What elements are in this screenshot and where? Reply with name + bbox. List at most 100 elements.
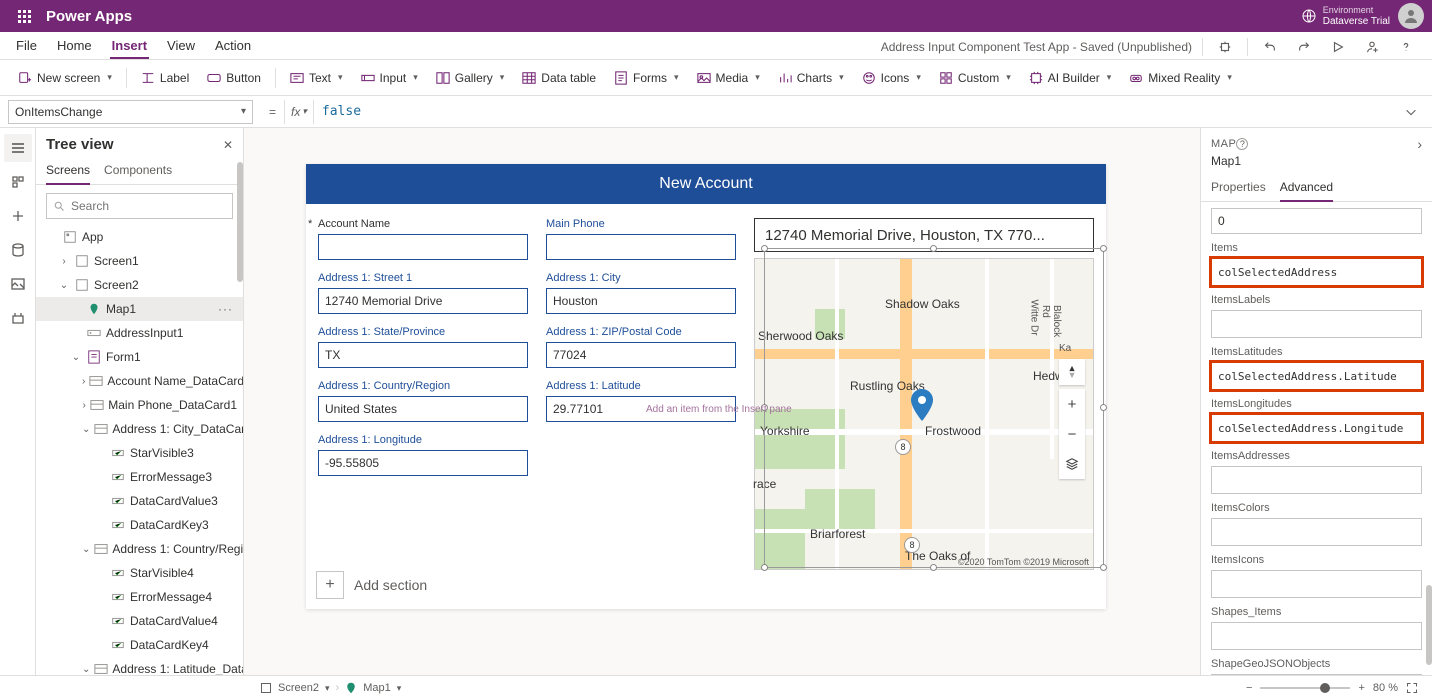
tree-node-datacardkey3[interactable]: DataCardKey3 [36,513,243,537]
tree-twisty-icon[interactable]: ⌄ [82,664,90,675]
user-avatar[interactable] [1398,3,1424,29]
zoom-slider[interactable] [1260,687,1350,689]
close-icon[interactable]: ✕ [223,138,233,152]
tab-advanced[interactable]: Advanced [1280,174,1333,202]
help-button[interactable] [1394,35,1418,59]
environment-display[interactable]: Environment Dataverse Trial [1323,4,1390,28]
input-country[interactable]: United States [318,396,528,422]
tree-node-address-1-city-datacard1[interactable]: ⌄Address 1: City_DataCard1 [36,417,243,441]
canvas[interactable]: New Account Account Name Address 1: Stre… [244,128,1200,675]
address-input-combo[interactable]: 12740 Memorial Drive, Houston, TX 770... [754,218,1094,252]
prop-input-itemsaddresses[interactable] [1211,466,1422,494]
formula-input[interactable]: false [314,104,1404,119]
tab-properties[interactable]: Properties [1211,174,1266,201]
prop-input-itemslatitudes[interactable]: colSelectedAddress.Latitude [1211,362,1422,390]
property-selector[interactable]: OnItemsChange ▾ [8,100,253,124]
map-zoom-in-button[interactable]: + [1059,389,1085,419]
tool-text[interactable]: Text [282,67,351,89]
tree-node-form1[interactable]: ⌄Form1 [36,345,243,369]
add-section-button[interactable]: + Add section [316,571,427,599]
map-zoom-out-button[interactable]: − [1059,419,1085,449]
tree-node-addressinput1[interactable]: AddressInput1 [36,321,243,345]
input-lon[interactable]: -95.55805 [318,450,528,476]
app-checker-button[interactable] [1213,35,1237,59]
rail-data[interactable] [4,236,32,264]
prop-input-itemsicons[interactable] [1211,570,1422,598]
tool-icons[interactable]: Icons [854,67,929,89]
props-scrollbar[interactable] [1426,585,1432,665]
tree-node-errormessage4[interactable]: ErrorMessage4 [36,585,243,609]
menu-view[interactable]: View [165,34,197,59]
tree-node-address-1-latitude-datacard1[interactable]: ⌄Address 1: Latitude_DataCard1 [36,657,243,675]
input-zip[interactable]: 77024 [546,342,736,368]
tool-custom[interactable]: Custom [931,67,1019,89]
fx-label[interactable]: fx▾ [284,100,314,124]
menu-action[interactable]: Action [213,34,253,59]
panel-expand-icon[interactable]: › [1417,136,1422,152]
tool-ai-builder[interactable]: AI Builder [1021,67,1120,89]
menu-file[interactable]: File [14,34,39,59]
rail-add[interactable] [4,202,32,230]
menu-insert[interactable]: Insert [110,34,149,59]
tree-node-datacardvalue3[interactable]: DataCardValue3 [36,489,243,513]
tree-node-screen1[interactable]: ›Screen1 [36,249,243,273]
input-street1[interactable]: 12740 Memorial Drive [318,288,528,314]
tree-node-datacardkey4[interactable]: DataCardKey4 [36,633,243,657]
tab-screens[interactable]: Screens [46,157,90,185]
prop-input-itemslongitudes[interactable]: colSelectedAddress.Longitude [1211,414,1422,442]
tree-scrollbar[interactable] [237,162,243,282]
tree-twisty-icon[interactable]: › [58,256,70,267]
input-city[interactable]: Houston [546,288,736,314]
tree-node-starvisible3[interactable]: StarVisible3 [36,441,243,465]
info-icon[interactable]: ? [1236,138,1248,150]
tree-node-map1[interactable]: Map1··· [36,297,243,321]
prop-input-itemslabels[interactable] [1211,310,1422,338]
map-control[interactable]: Shadow Oaks Sherwood Oaks Rustling Oaks … [754,258,1094,570]
more-icon[interactable]: ··· [214,302,237,316]
prop-input-itemscolors[interactable] [1211,518,1422,546]
fit-button[interactable] [1406,682,1418,694]
tool-label[interactable]: Label [133,67,197,89]
input-main-phone[interactable] [546,234,736,260]
input-state[interactable]: TX [318,342,528,368]
preview-button[interactable] [1326,35,1350,59]
rail-media[interactable] [4,270,32,298]
tool-input[interactable]: Input [353,67,426,89]
props-top-value[interactable]: 0 [1211,208,1422,234]
tool-mixed-reality[interactable]: Mixed Reality [1121,67,1240,89]
redo-button[interactable] [1292,35,1316,59]
tool-gallery[interactable]: Gallery [428,67,513,89]
tree-node-address-1-country-region-datacard[interactable]: ⌄Address 1: Country/Region_DataCard [36,537,243,561]
tree-twisty-icon[interactable]: ⌄ [58,280,70,291]
zoom-in-button[interactable]: + [1358,682,1364,694]
chevron-down-icon[interactable] [397,682,402,694]
rail-treeview[interactable] [4,134,32,162]
tool-charts[interactable]: Charts [770,67,852,89]
crumb-screen[interactable]: Screen2 [278,682,319,694]
tree-twisty-icon[interactable]: › [82,376,85,387]
input-account-name[interactable] [318,234,528,260]
undo-button[interactable] [1258,35,1282,59]
tool-button[interactable]: Button [199,67,269,89]
tree-node-main-phone-datacard1[interactable]: ›Main Phone_DataCard1 [36,393,243,417]
app-launcher-button[interactable] [8,0,40,32]
tree-node-datacardvalue4[interactable]: DataCardValue4 [36,609,243,633]
tree-node-errormessage3[interactable]: ErrorMessage3 [36,465,243,489]
crumb-map[interactable]: Map1 [363,682,391,694]
rail-insert[interactable] [4,168,32,196]
share-button[interactable] [1360,35,1384,59]
zoom-out-button[interactable]: − [1246,682,1252,694]
map-compass-button[interactable] [1059,359,1085,385]
tree-node-starvisible4[interactable]: StarVisible4 [36,561,243,585]
chevron-down-icon[interactable] [325,682,330,694]
tree-twisty-icon[interactable]: › [82,400,86,411]
prop-input-items[interactable]: colSelectedAddress [1211,258,1422,286]
menu-home[interactable]: Home [55,34,94,59]
tool-data-table[interactable]: Data table [514,67,604,89]
formula-expand-button[interactable] [1404,105,1432,119]
tree-node-app[interactable]: App [36,225,243,249]
tree-node-account-name-datacard1[interactable]: ›Account Name_DataCard1 [36,369,243,393]
tree-node-screen2[interactable]: ⌄Screen2 [36,273,243,297]
tab-components[interactable]: Components [104,157,172,184]
map-layers-button[interactable] [1059,449,1085,479]
